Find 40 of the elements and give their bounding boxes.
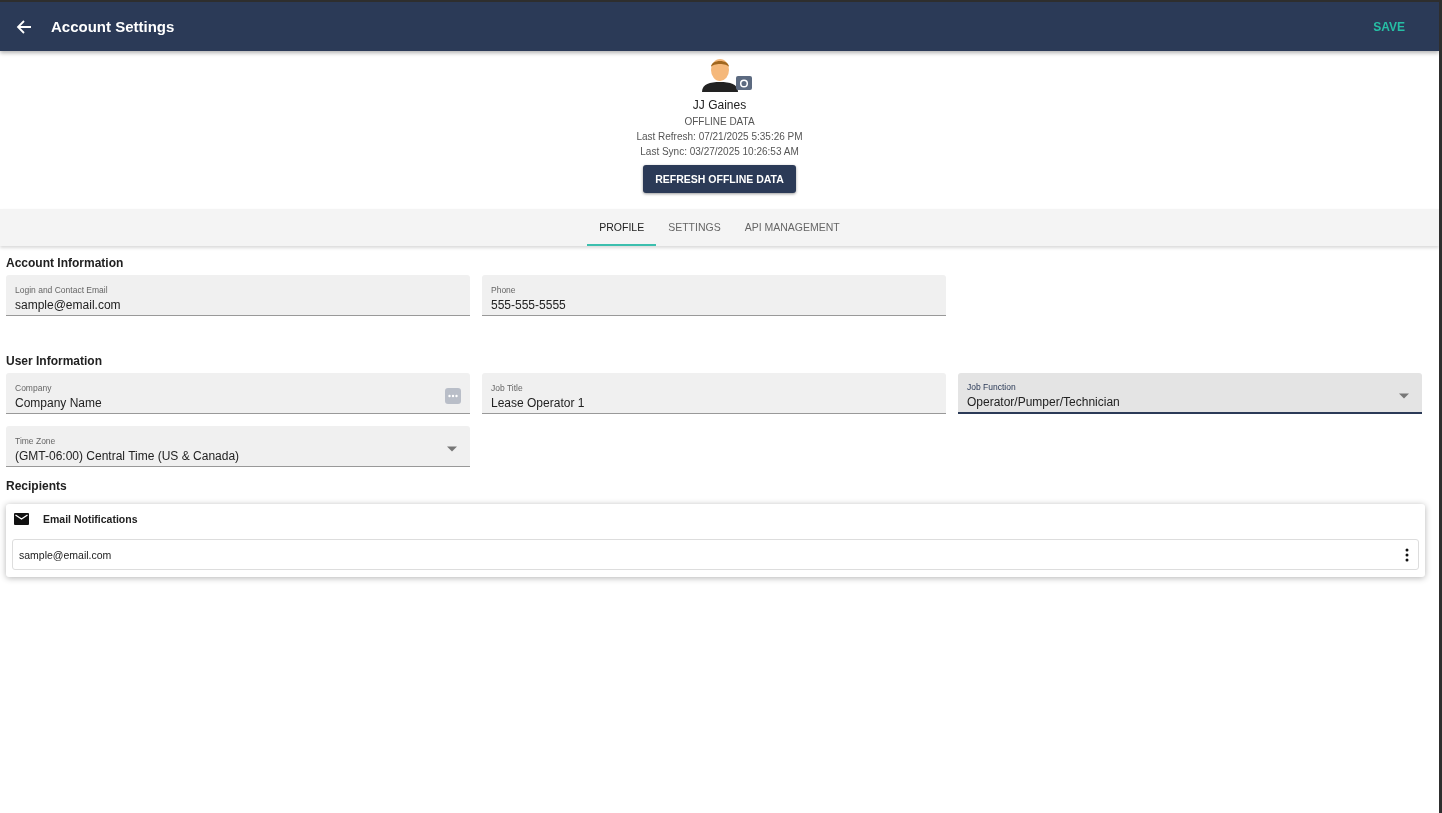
input-field[interactable]: Login and Contact Email sample@email.com xyxy=(6,275,470,316)
field-label: Phone xyxy=(491,284,517,295)
field-value: 555-555-5555 xyxy=(491,297,567,312)
field-label: Company xyxy=(15,382,53,393)
field-value: Company Name xyxy=(15,395,103,410)
last-sync-text: Last Sync: 03/27/2025 10:26:53 AM xyxy=(640,146,799,157)
user-name: JJ Gaines xyxy=(692,98,747,112)
save-button[interactable]: SAVE xyxy=(1369,15,1409,38)
recipient-row[interactable]: sample@email.com xyxy=(12,539,1419,570)
dropdown-arrow-icon xyxy=(1399,392,1409,399)
mail-icon xyxy=(14,513,29,525)
more-options-icon[interactable] xyxy=(1404,547,1410,562)
field-value: Operator/Pumper/Technician xyxy=(967,395,1121,409)
tab[interactable]: API MANAGEMENT xyxy=(732,209,852,246)
card-title: Email Notifications xyxy=(43,513,138,525)
section-heading: User Information xyxy=(6,354,103,368)
select-field[interactable]: Time Zone (GMT-06:00) Central Time (US & Canada) xyxy=(6,426,470,467)
field-value: sample@email.com xyxy=(15,297,122,312)
offline-status: OFFLINE DATA xyxy=(684,116,755,127)
tab[interactable]: SETTINGS xyxy=(656,209,733,246)
recipient-email: sample@email.com xyxy=(19,548,113,561)
field-label: Job Title xyxy=(491,382,524,393)
input-field[interactable]: Phone 555-555-5555 xyxy=(482,275,946,316)
lookup-field[interactable]: Company Company Name xyxy=(6,373,470,414)
select-field[interactable]: Job Function Operator/Pumper/Technician xyxy=(958,373,1422,414)
camera-icon[interactable] xyxy=(735,76,752,90)
section-heading: Account Information xyxy=(6,256,125,270)
page-title: Account Settings xyxy=(51,18,176,35)
field-value: (GMT-06:00) Central Time (US & Canada) xyxy=(15,448,241,463)
field-label: Login and Contact Email xyxy=(15,284,109,295)
field-value: Lease Operator 1 xyxy=(491,395,586,410)
last-refresh-text: Last Refresh: 07/21/2025 5:35:26 PM xyxy=(636,131,803,142)
section-heading: Recipients xyxy=(6,479,68,493)
tab[interactable]: PROFILE xyxy=(587,209,657,246)
field-label: Time Zone xyxy=(15,435,57,446)
back-arrow-icon[interactable] xyxy=(16,18,32,35)
refresh-offline-data-button[interactable]: REFRESH OFFLINE DATA xyxy=(643,165,796,193)
dropdown-arrow-icon xyxy=(447,446,457,452)
input-field[interactable]: Job Title Lease Operator 1 xyxy=(482,373,946,414)
field-label: Job Function xyxy=(967,382,1017,392)
